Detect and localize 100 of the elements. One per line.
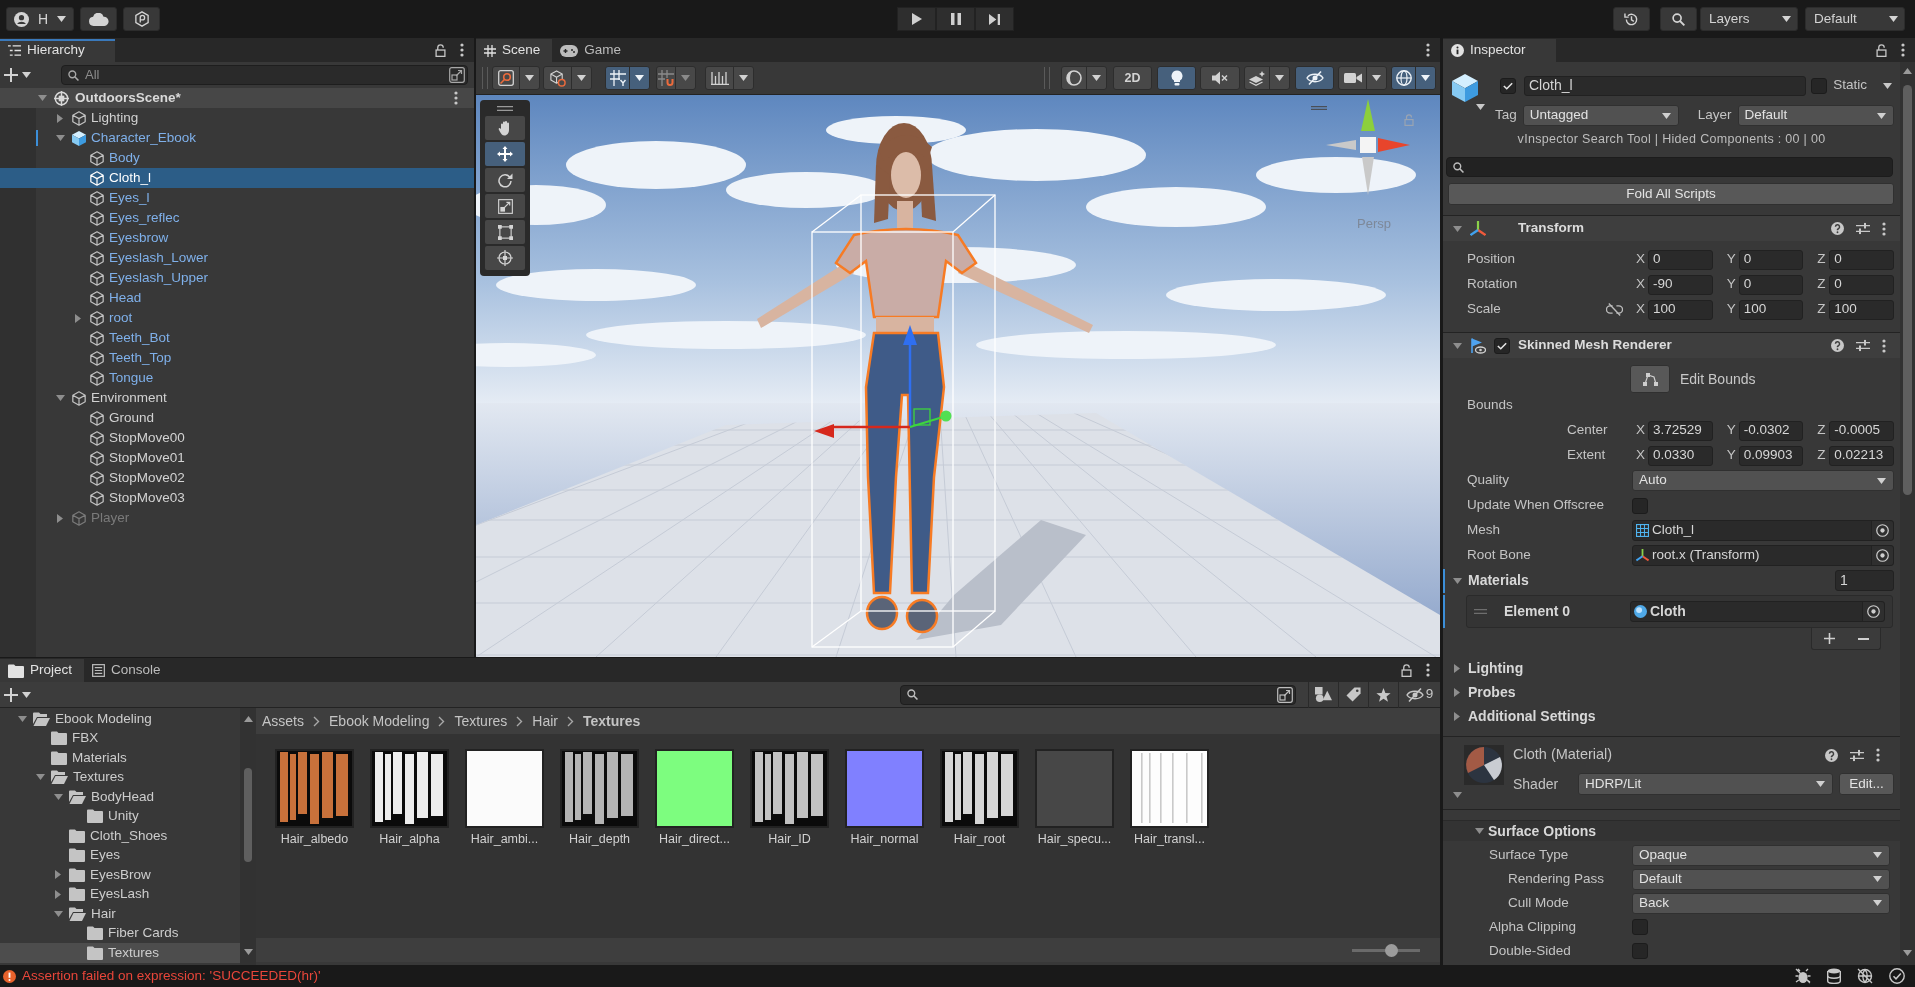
hierarchy-item[interactable]: Eyesbrow bbox=[0, 228, 474, 248]
number-field[interactable]: 0.0330 bbox=[1648, 445, 1713, 466]
foldout-label[interactable]: Additional Settings bbox=[1468, 707, 1596, 725]
hierarchy-item[interactable]: Eyes_l bbox=[0, 188, 474, 208]
more-icon[interactable] bbox=[1876, 748, 1880, 762]
scrollbar[interactable] bbox=[1900, 62, 1915, 965]
foldout-arrow-icon[interactable] bbox=[1474, 828, 1484, 834]
foldout-arrow-icon[interactable] bbox=[55, 870, 61, 880]
foldout-label[interactable]: Probes bbox=[1468, 683, 1516, 701]
component-header[interactable]: Transform bbox=[1443, 215, 1900, 241]
grid-snapping-button[interactable] bbox=[605, 66, 650, 90]
number-field[interactable]: 0 bbox=[1738, 249, 1804, 270]
rotate-tool-button[interactable] bbox=[485, 168, 525, 192]
caret-icon[interactable] bbox=[1883, 82, 1892, 89]
view-tab[interactable]: Scene bbox=[476, 39, 553, 62]
fold-all-button[interactable]: Fold All Scripts bbox=[1448, 183, 1894, 205]
folder-item[interactable]: Cloth_Shoes bbox=[0, 826, 240, 846]
number-field[interactable]: -90 bbox=[1648, 274, 1713, 295]
folder-item[interactable]: FBX bbox=[0, 728, 240, 748]
folder-item[interactable]: Textures bbox=[0, 767, 240, 787]
foldout-arrow-icon[interactable] bbox=[1452, 792, 1462, 798]
more-icon[interactable] bbox=[1882, 221, 1886, 236]
sliders-icon[interactable] bbox=[1856, 222, 1870, 235]
help-icon[interactable] bbox=[1831, 339, 1844, 352]
broken-link-icon[interactable] bbox=[1606, 303, 1623, 316]
component-header[interactable]: Skinned Mesh Renderer bbox=[1443, 332, 1900, 358]
pause-button[interactable] bbox=[936, 7, 975, 31]
lock-icon[interactable] bbox=[1401, 663, 1412, 677]
object-field[interactable]: Cloth bbox=[1630, 601, 1885, 622]
foldout-arrow-icon[interactable] bbox=[55, 135, 65, 141]
search-field[interactable] bbox=[900, 684, 1296, 705]
move-tool-button[interactable] bbox=[485, 142, 525, 166]
help-icon[interactable] bbox=[1825, 748, 1838, 762]
drag-handle-icon[interactable] bbox=[1311, 106, 1327, 110]
folder-item[interactable]: Unity bbox=[0, 806, 240, 826]
sliders-icon[interactable] bbox=[1850, 748, 1864, 762]
snap-button[interactable] bbox=[656, 66, 696, 90]
scrollbar-thumb[interactable] bbox=[1903, 85, 1912, 495]
scrollbar[interactable] bbox=[240, 708, 256, 965]
bug-icon[interactable] bbox=[1795, 968, 1811, 984]
dropdown-field[interactable]: Default bbox=[1632, 868, 1890, 890]
slider-thumb[interactable] bbox=[1385, 943, 1399, 957]
asset-item[interactable]: Hair_normal bbox=[837, 751, 932, 847]
hierarchy-item[interactable]: Ground bbox=[0, 408, 474, 428]
handle-position-button[interactable] bbox=[492, 66, 540, 90]
active-checkbox[interactable] bbox=[1500, 77, 1516, 94]
check-circle-icon[interactable] bbox=[1889, 968, 1905, 984]
checkbox[interactable] bbox=[1632, 943, 1648, 959]
folder-item[interactable]: Ebook Modeling bbox=[0, 709, 240, 729]
foldout-arrow-icon[interactable] bbox=[1454, 711, 1460, 721]
hierarchy-item[interactable]: Head bbox=[0, 288, 474, 308]
static-checkbox[interactable] bbox=[1811, 77, 1828, 94]
hierarchy-item[interactable]: Environment bbox=[0, 388, 474, 408]
hierarchy-item[interactable]: Eyeslash_Upper bbox=[0, 268, 474, 288]
edit-bounds-button[interactable] bbox=[1630, 365, 1670, 393]
dropdown-field[interactable]: Auto bbox=[1632, 470, 1894, 491]
hierarchy-item[interactable]: Cloth_l bbox=[0, 168, 474, 188]
search-button[interactable] bbox=[1660, 7, 1697, 31]
more-icon[interactable] bbox=[1882, 338, 1886, 353]
breadcrumb-link[interactable]: Assets bbox=[262, 712, 304, 730]
asset-item[interactable]: Hair_albedo bbox=[267, 751, 362, 847]
foldout-arrow-icon[interactable] bbox=[1454, 687, 1460, 697]
layers-dropdown[interactable]: Layers bbox=[1700, 7, 1798, 31]
foldout-arrow-icon[interactable] bbox=[75, 313, 81, 323]
checkbox[interactable] bbox=[1632, 497, 1648, 514]
number-field[interactable]: 0.09903 bbox=[1738, 445, 1804, 466]
scene-header[interactable]: OutdoorsScene* bbox=[0, 88, 474, 108]
status-message[interactable]: Assertion failed on expression: 'SUCCEEDED(hr)' bbox=[22, 967, 321, 985]
number-field[interactable]: 0 bbox=[1738, 274, 1804, 295]
gizmos-button[interactable] bbox=[1391, 66, 1436, 90]
database-icon[interactable] bbox=[1827, 968, 1841, 984]
hierarchy-item[interactable]: StopMove03 bbox=[0, 488, 474, 508]
number-field[interactable]: -0.0302 bbox=[1738, 420, 1804, 441]
lock-icon[interactable] bbox=[1876, 43, 1887, 57]
object-field[interactable]: Cloth_l bbox=[1632, 520, 1894, 541]
breadcrumb-link[interactable]: Textures bbox=[583, 712, 641, 730]
search-field[interactable]: All bbox=[61, 65, 468, 85]
number-field[interactable]: 0 bbox=[1829, 249, 1894, 270]
foldout-arrow-icon[interactable] bbox=[55, 395, 65, 401]
foldout-arrow-icon[interactable] bbox=[17, 715, 27, 722]
more-icon[interactable] bbox=[460, 43, 464, 57]
number-field[interactable]: 0 bbox=[1829, 274, 1894, 295]
create-button[interactable] bbox=[4, 687, 31, 702]
object-picker-button[interactable] bbox=[1871, 546, 1893, 565]
hierarchy-tab[interactable]: Hierarchy bbox=[0, 39, 115, 62]
dropdown-field[interactable]: Back bbox=[1632, 892, 1890, 914]
count-field[interactable]: 1 bbox=[1835, 570, 1894, 591]
network-off-icon[interactable] bbox=[1857, 968, 1873, 984]
shader-dropdown[interactable]: HDRP/Lit bbox=[1578, 773, 1833, 795]
folder-item[interactable]: BodyHead bbox=[0, 787, 240, 807]
edit-shader-button[interactable]: Edit... bbox=[1839, 773, 1894, 795]
sliders-icon[interactable] bbox=[1856, 339, 1870, 352]
section-header[interactable]: Surface Options bbox=[1443, 820, 1900, 841]
scale-tool-button[interactable] bbox=[485, 194, 525, 218]
history-button[interactable] bbox=[1613, 7, 1650, 31]
hierarchy-item[interactable]: Eyeslash_Lower bbox=[0, 248, 474, 268]
error-icon[interactable] bbox=[3, 969, 16, 983]
hierarchy-item[interactable]: StopMove01 bbox=[0, 448, 474, 468]
cloud-button[interactable] bbox=[80, 7, 118, 31]
camera-settings-button[interactable] bbox=[1338, 66, 1387, 90]
